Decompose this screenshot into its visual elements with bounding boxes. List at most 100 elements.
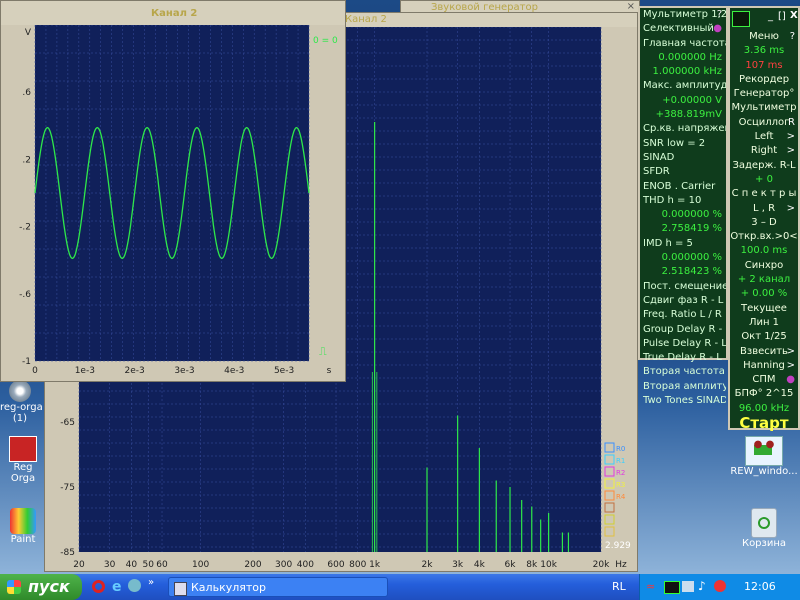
taskbar-item-calculator[interactable]: Калькулятор bbox=[168, 577, 388, 597]
opera-icon[interactable] bbox=[92, 580, 105, 593]
arrow-right-icon: > bbox=[786, 359, 795, 371]
control-row[interactable]: + 0.00 % bbox=[730, 287, 798, 301]
multimeter-row[interactable]: Freq. Ratio L / R bbox=[640, 308, 726, 322]
control-row[interactable]: Right > bbox=[730, 144, 798, 158]
desktop-icon-label: Корзина bbox=[741, 538, 787, 549]
legend-box bbox=[604, 478, 615, 489]
control-label: Мультиметр bbox=[731, 102, 797, 114]
multimeter-row[interactable]: Pulse Delay R - L bbox=[640, 337, 726, 351]
y-tick-label: -.2 bbox=[19, 223, 31, 233]
multimeter-value: +0.00000 V bbox=[662, 94, 722, 106]
legend-box bbox=[604, 454, 615, 465]
maximize-button[interactable]: [] bbox=[778, 11, 786, 22]
multimeter-row[interactable]: SINAD bbox=[640, 151, 726, 165]
control-row[interactable]: С п е к т р ы bbox=[730, 187, 798, 201]
control-row[interactable]: ● ● bbox=[730, 438, 798, 452]
control-row[interactable]: 100.0 ms bbox=[730, 244, 798, 258]
control-row[interactable]: Текущее bbox=[730, 302, 798, 316]
tray-network-icon[interactable] bbox=[682, 581, 694, 592]
multimeter-row[interactable]: Вторая частота bbox=[640, 365, 726, 379]
control-row[interactable]: L , R > bbox=[730, 202, 798, 216]
x-tick-label: 300 bbox=[275, 560, 292, 570]
control-label: + 2 канал bbox=[737, 274, 791, 286]
multimeter-row[interactable]: True Delay R - L bbox=[640, 351, 726, 365]
tray-arrow-icon[interactable]: ≈ bbox=[646, 580, 655, 593]
control-label: Текущее bbox=[741, 302, 787, 314]
control-row[interactable]: Лин 1 bbox=[730, 316, 798, 330]
control-row[interactable]: Рекордер bbox=[730, 73, 798, 87]
control-row[interactable]: 3 – D bbox=[730, 216, 798, 230]
control-row[interactable]: Старт bbox=[730, 416, 798, 438]
control-row[interactable]: Left > bbox=[730, 130, 798, 144]
multimeter-row[interactable]: Макс. амплитуда bbox=[640, 79, 726, 93]
spectrum-title: Канал 2 bbox=[345, 14, 387, 25]
x-tick-label: 3k bbox=[452, 560, 464, 570]
control-label: + 0 bbox=[755, 173, 773, 185]
control-row[interactable]: СПМ ● bbox=[730, 373, 798, 387]
multimeter-row[interactable]: Two Tones SINAD bbox=[640, 394, 726, 408]
chevron-icon[interactable]: » bbox=[148, 577, 154, 588]
multimeter-row[interactable]: IMD h = 5 bbox=[640, 237, 726, 251]
multimeter-row[interactable]: Сдвиг фаз R - L bbox=[640, 294, 726, 308]
cursor-readout: 0 = 0 bbox=[313, 36, 338, 46]
control-row[interactable]: Взвесить > bbox=[730, 345, 798, 359]
multimeter-row[interactable]: SFDR bbox=[640, 165, 726, 179]
multimeter-row[interactable]: Пост. смещение bbox=[640, 280, 726, 294]
control-row[interactable]: Окт 1/25 bbox=[730, 330, 798, 344]
multimeter-row[interactable]: Group Delay R - L bbox=[640, 323, 726, 337]
indicator-icon: ● bbox=[786, 374, 795, 386]
control-row[interactable]: Генератор° bbox=[730, 87, 798, 101]
close-icon[interactable]: × bbox=[627, 1, 635, 12]
tray-security-icon[interactable] bbox=[714, 580, 726, 592]
legend-label: R3 bbox=[616, 481, 625, 489]
language-indicator[interactable]: RL bbox=[612, 580, 626, 593]
desktop-icon-label: Reg Orga bbox=[10, 462, 36, 484]
desktop-icon-reg-organizer[interactable]: Reg Orga bbox=[0, 436, 46, 484]
close-button[interactable]: X bbox=[790, 10, 798, 21]
control-row[interactable]: 107 ms bbox=[730, 59, 798, 73]
multimeter-value: 2.758419 % bbox=[661, 223, 722, 235]
indicator-icon: R bbox=[788, 116, 795, 128]
control-row[interactable]: + 2 канал bbox=[730, 273, 798, 287]
control-label: Осциллог bbox=[738, 116, 790, 128]
multimeter-row[interactable]: Селективный ● bbox=[640, 22, 726, 36]
scope-plot: .6 .2 -.2 -.6 -1 V 0 1e-3 2e-3 3e-3 4e-3 5e-3 s 0 = 0… bbox=[19, 25, 338, 376]
control-row[interactable]: Задерж. R-L bbox=[730, 159, 798, 173]
control-row[interactable]: Мультиметр bbox=[730, 101, 798, 115]
desktop-icon-reg-organizer-disc[interactable]: reg-orga (1) bbox=[0, 380, 43, 424]
y-tick-label: -1 bbox=[22, 357, 31, 367]
control-label: Рекордер bbox=[738, 73, 790, 85]
app-logo-icon bbox=[732, 11, 750, 27]
tray-monitor-icon[interactable] bbox=[664, 581, 680, 594]
quicklaunch-icon[interactable] bbox=[128, 579, 141, 592]
legend-box bbox=[604, 442, 615, 453]
control-row[interactable]: 3.36 ms bbox=[730, 44, 798, 58]
minimize-button[interactable]: _ bbox=[768, 11, 773, 22]
desktop-icon-paint[interactable]: Paint bbox=[0, 508, 46, 545]
multimeter-row[interactable]: Мультиметр 1,2? bbox=[640, 8, 726, 22]
desktop-icon-recycle-bin[interactable]: Корзина bbox=[736, 508, 792, 549]
multimeter-panel: Мультиметр 1,2? Селективный ● Главная часто… bbox=[638, 6, 728, 406]
multimeter-row[interactable]: SNR low = 2 bbox=[640, 137, 726, 151]
multimeter-row[interactable]: ENOB . Carrier bbox=[640, 180, 726, 194]
multimeter-row[interactable]: Вторая амплитуда bbox=[640, 380, 726, 394]
control-row[interactable]: БПФ° 2^15 bbox=[730, 387, 798, 401]
control-row[interactable]: Синхро bbox=[730, 259, 798, 273]
multimeter-row[interactable]: Ср.кв. напряжение bbox=[640, 122, 726, 136]
control-row[interactable]: Осциллог R bbox=[730, 116, 798, 130]
control-label: Старт bbox=[739, 416, 789, 433]
scope-window[interactable]: Канал 2 .6 .2 -.2 -.6 -1 V 0 1e-3 2e-3 3e-3 4e-3 5e… bbox=[0, 0, 346, 382]
multimeter-value: 0.000000 % bbox=[661, 252, 722, 264]
control-row[interactable]: 96.00 kHz bbox=[730, 402, 798, 416]
multimeter-row[interactable]: Главная частота bbox=[640, 37, 726, 51]
scope-title-bar[interactable]: Канал 2 bbox=[1, 1, 345, 25]
start-button[interactable]: пуск bbox=[0, 574, 82, 600]
control-row[interactable]: Меню? bbox=[730, 30, 798, 44]
control-row[interactable]: + 0 bbox=[730, 173, 798, 187]
control-row[interactable]: Hanning > bbox=[730, 359, 798, 373]
tray-volume-icon[interactable]: ♪ bbox=[698, 579, 706, 593]
ie-icon[interactable]: e bbox=[112, 579, 122, 595]
multimeter-row[interactable]: THD h = 10 bbox=[640, 194, 726, 208]
control-label: Left bbox=[754, 131, 774, 143]
control-row[interactable]: Откр.вх.>0< bbox=[730, 230, 798, 244]
